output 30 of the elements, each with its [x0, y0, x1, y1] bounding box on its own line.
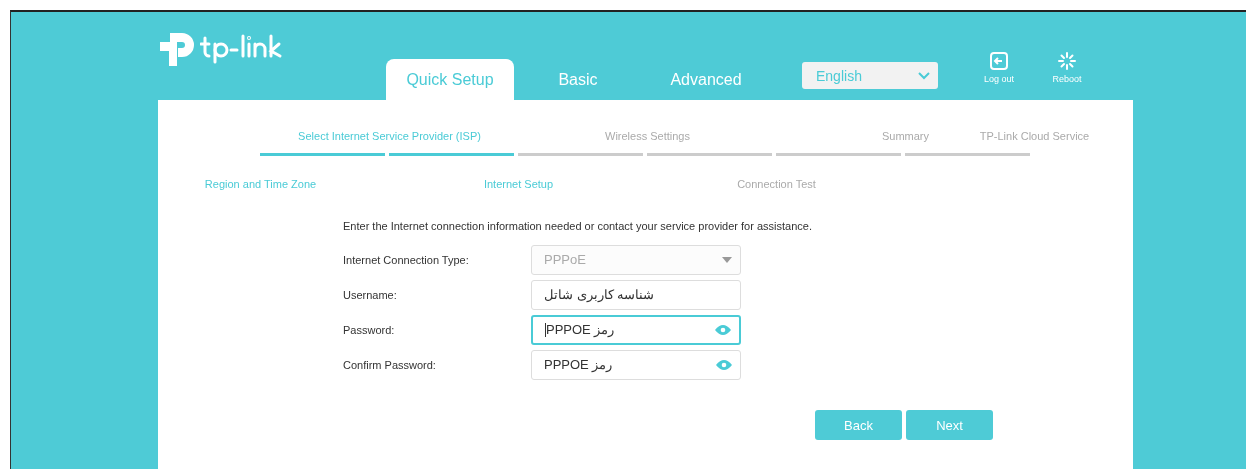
step-label: Select Internet Service Provider (ISP)	[298, 130, 481, 144]
language-select[interactable]: English	[802, 62, 938, 89]
step-label: TP-Link Cloud Service	[979, 130, 1090, 144]
wizard-button[interactable]: Next	[906, 410, 993, 440]
reboot-icon	[1058, 52, 1076, 70]
eye-icon[interactable]	[716, 359, 732, 370]
logout-button[interactable]: Log out	[978, 52, 1020, 84]
wizard-button[interactable]: Back	[815, 410, 902, 440]
field-label: Username:	[343, 288, 398, 301]
password-field[interactable]: PPPOE رمز	[531, 349, 741, 380]
step-label: Connection Test	[737, 178, 816, 192]
field-label: Confirm Password:	[343, 358, 437, 371]
nav-tab[interactable]: Quick Setup	[386, 59, 514, 100]
reboot-button[interactable]: Reboot	[1046, 52, 1088, 84]
logout-icon	[990, 52, 1008, 70]
field-label: Password:	[343, 323, 396, 336]
password-field[interactable]: PPPOE رمز	[531, 314, 741, 345]
logo-mark-icon	[158, 31, 196, 67]
nav-tab[interactable]: Advanced	[642, 59, 770, 100]
instruction-text: Enter the Internet connection information needed or contact your service provider for assistance.	[343, 220, 813, 232]
step-label: Wireless Settings	[605, 130, 690, 144]
step-label: Internet Setup	[483, 178, 554, 192]
chevron-down-icon	[918, 71, 930, 80]
step-label: Region and Time Zone	[204, 178, 317, 192]
step-label: Summary	[881, 130, 930, 144]
username-field[interactable]: شناسه کاربری شاتل	[531, 279, 741, 310]
nav-tab[interactable]: Basic	[514, 59, 642, 100]
dropdown-arrow-icon	[722, 256, 732, 263]
eye-icon[interactable]	[715, 324, 731, 335]
field-label: Internet Connection Type:	[343, 253, 470, 266]
